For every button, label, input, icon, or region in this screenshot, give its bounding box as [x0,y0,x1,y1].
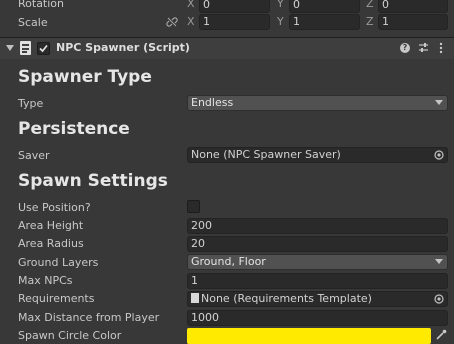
area-height-label: Area Height [18,219,84,232]
rotation-y-label[interactable]: Y [277,0,284,10]
eyedropper-icon[interactable] [435,329,447,341]
scriptable-object-icon [191,293,199,303]
max-npcs-field[interactable]: 1 [187,273,448,289]
ground-layers-value: Ground, Floor [191,255,266,268]
ground-layers-dropdown[interactable]: Ground, Floor [187,254,448,270]
rotation-z-field[interactable]: 0 [378,0,448,13]
saver-value: None (NPC Spawner Saver) [191,148,341,161]
constrain-proportions-icon[interactable] [166,16,178,28]
section-persistence: Persistence [18,119,130,139]
script-icon [20,41,31,55]
type-label: Type [18,97,44,110]
section-spawn-settings: Spawn Settings [18,171,168,191]
scale-y-label[interactable]: Y [277,15,284,28]
area-radius-field[interactable]: 20 [187,236,448,252]
spawn-circle-color-swatch[interactable] [187,328,431,344]
max-distance-label: Max Distance from Player [18,311,160,324]
foldout-arrow-icon[interactable] [6,45,14,51]
rotation-x-label[interactable]: X [187,0,195,10]
type-value: Endless [191,96,234,109]
use-position-checkbox[interactable] [187,200,200,213]
scale-x-field[interactable]: 1 [199,14,270,30]
use-position-label: Use Position? [18,201,91,214]
area-radius-label: Area Radius [18,237,84,250]
component-header[interactable]: NPC Spawner (Script) ? [0,38,454,59]
rotation-y-field[interactable]: 0 [289,0,360,13]
rotation-z-label[interactable]: Z [366,0,374,10]
scale-z-field[interactable]: 1 [378,14,448,30]
ground-layers-label: Ground Layers [18,256,99,269]
chevron-down-icon [435,100,443,105]
spawn-circle-color-label: Spawn Circle Color [18,329,122,342]
requirements-object-field[interactable]: None (Requirements Template) [187,291,448,307]
help-icon[interactable]: ? [400,43,410,53]
component-enabled-checkbox[interactable] [37,42,50,55]
object-picker-icon[interactable] [434,294,444,304]
rotation-label: Rotation [18,0,65,10]
more-options-icon[interactable] [439,41,443,55]
max-npcs-label: Max NPCs [18,274,73,287]
component-title: NPC Spawner (Script) [56,41,190,54]
type-dropdown[interactable]: Endless [187,95,448,111]
section-spawner-type: Spawner Type [18,67,152,87]
chevron-down-icon [435,259,443,264]
max-distance-field[interactable]: 1000 [187,310,448,326]
area-height-field[interactable]: 200 [187,218,448,234]
saver-label: Saver [18,149,50,162]
scale-z-label[interactable]: Z [366,15,374,28]
requirements-value: None (Requirements Template) [201,292,372,305]
scale-y-field[interactable]: 1 [289,14,360,30]
scale-x-label[interactable]: X [187,15,195,28]
object-picker-icon[interactable] [434,150,444,160]
scale-label: Scale [18,16,48,29]
saver-object-field[interactable]: None (NPC Spawner Saver) [187,147,448,163]
presets-icon[interactable] [418,42,429,53]
requirements-label: Requirements [18,292,95,305]
rotation-x-field[interactable]: 0 [199,0,270,13]
